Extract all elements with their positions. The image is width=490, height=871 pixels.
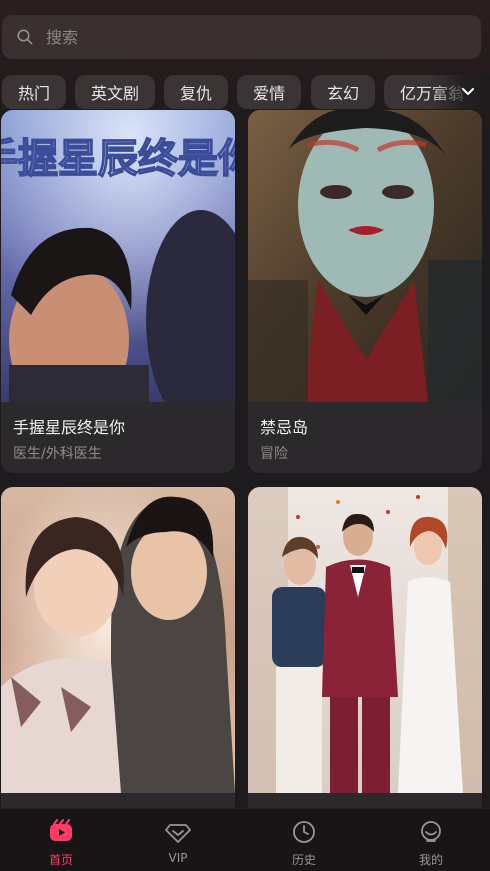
drama-card[interactable]: [1, 487, 235, 817]
card-tag: 冒险: [260, 446, 288, 462]
nav-mine-label: 我的: [418, 853, 443, 867]
category-chip-english[interactable]: 英文剧: [75, 75, 155, 109]
bottom-nav: 首页 VIP 历史 我的: [0, 808, 490, 871]
category-chip-fantasy[interactable]: 玄幻: [311, 75, 375, 109]
poster-image: [1, 487, 235, 793]
card-tag: 医生/外科医生: [13, 446, 102, 462]
nav-home-label: 首页: [48, 853, 73, 867]
search-input[interactable]: [44, 26, 448, 48]
drama-card[interactable]: 禁忌岛 冒险: [248, 110, 482, 473]
chevron-down-icon[interactable]: [460, 83, 476, 99]
nav-history[interactable]: 历史: [243, 809, 365, 871]
home-icon: [50, 819, 72, 841]
nav-history-label: 历史: [291, 853, 316, 867]
category-chip-revenge[interactable]: 复仇: [164, 75, 228, 109]
search-bar[interactable]: [2, 15, 481, 59]
drama-card[interactable]: 手握星辰终是你 手握星辰终是你 医生/外科医生: [1, 110, 235, 473]
search-icon: [17, 29, 33, 45]
drama-card[interactable]: [248, 487, 482, 817]
poster-image: [248, 110, 482, 402]
clock-icon: [293, 821, 315, 843]
nav-home[interactable]: 首页: [0, 809, 122, 871]
diamond-icon: [165, 824, 191, 843]
nav-mine[interactable]: 我的: [370, 809, 490, 871]
card-title: 手握星辰终是你: [13, 418, 126, 437]
nav-vip-label: VIP: [168, 851, 188, 865]
category-chip-hot[interactable]: 热门: [2, 75, 66, 109]
poster-image: 手握星辰终是你: [1, 110, 235, 402]
category-chips: 热门 英文剧 复仇 爱情 玄幻 亿万富翁: [0, 75, 490, 111]
profile-icon: [421, 821, 441, 842]
nav-vip[interactable]: VIP: [117, 809, 239, 871]
poster-image: [248, 487, 482, 793]
card-title: 禁忌岛: [260, 418, 309, 437]
category-chip-romance[interactable]: 爱情: [237, 75, 301, 109]
poster-title-art: 手握星辰终是你: [1, 135, 235, 182]
